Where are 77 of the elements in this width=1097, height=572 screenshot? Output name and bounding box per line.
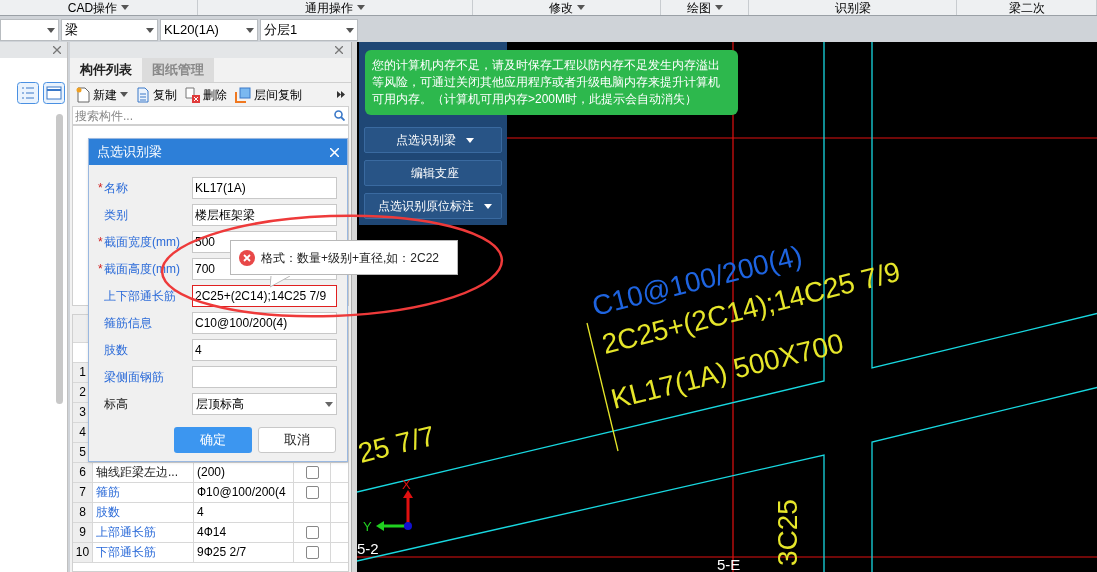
- ribbon-group-button[interactable]: 修改: [473, 0, 661, 15]
- toolbar-button[interactable]: 删除: [185, 85, 227, 104]
- toolbar-button[interactable]: 新建: [76, 85, 128, 104]
- property-name[interactable]: 下部通长筋: [93, 543, 194, 562]
- checkbox[interactable]: [305, 546, 319, 559]
- required-marker: *: [98, 234, 104, 251]
- select-field[interactable]: 层顶标高: [192, 393, 337, 415]
- copy-icon: [136, 86, 150, 103]
- text-field[interactable]: [192, 366, 337, 388]
- checkbox[interactable]: [305, 526, 319, 539]
- search-icon[interactable]: [334, 110, 345, 121]
- close-icon[interactable]: [53, 46, 61, 54]
- y-axis-label: Y: [363, 520, 372, 533]
- field-label: 肢数: [104, 342, 129, 359]
- text-field[interactable]: KL17(1A): [192, 177, 337, 199]
- new-document-icon: [76, 86, 90, 103]
- error-icon: [239, 249, 255, 266]
- row-number: 9: [73, 523, 93, 542]
- field-label: 梁侧面钢筋: [104, 369, 165, 386]
- property-value: 4: [194, 503, 294, 522]
- property-value: Ф10@100/200(4: [194, 483, 294, 502]
- tool-button[interactable]: 点选识别原位标注: [364, 193, 502, 219]
- selector-dropdown[interactable]: 分层1: [260, 19, 358, 41]
- row-number: 10: [73, 543, 93, 562]
- axis-label: 5-2: [357, 541, 379, 556]
- required-marker: *: [98, 261, 104, 278]
- text-field[interactable]: 楼层框架梁: [192, 204, 337, 226]
- caret-icon: [325, 401, 333, 407]
- window-view-icon[interactable]: [43, 82, 65, 104]
- toolbar-button[interactable]: 层间复制: [235, 85, 302, 104]
- list-view-icon[interactable]: [17, 82, 39, 104]
- field-label: 名称: [104, 180, 129, 197]
- dialog-button[interactable]: 取消: [258, 427, 336, 453]
- axis-label: 5-E: [717, 557, 741, 572]
- x-axis-label: X: [402, 478, 411, 491]
- row-number: 8: [73, 503, 93, 522]
- checkbox[interactable]: [305, 466, 319, 479]
- selector-dropdown[interactable]: [0, 19, 59, 41]
- ribbon-group-button[interactable]: 梁二次: [957, 0, 1097, 15]
- notification-toast: 您的计算机内存不足，请及时保存工程以防内存不足发生内存溢出等风险，可通过关闭其他应用程序或者升级电脑内存来提升计算机可用内存。（计算机可用内存>200M时，此提示会自动消失）: [365, 50, 738, 115]
- close-icon[interactable]: [335, 46, 343, 54]
- required-marker: *: [98, 180, 104, 197]
- ribbon-group-button[interactable]: 通用操作: [198, 0, 473, 15]
- field-label: 截面宽度(mm): [104, 234, 181, 251]
- property-value: (200): [194, 463, 294, 482]
- tool-button[interactable]: 编辑支座: [364, 160, 502, 186]
- field-label: 箍筋信息: [104, 315, 153, 332]
- search-field[interactable]: 搜索构件...: [72, 106, 349, 125]
- selector-dropdown[interactable]: KL20(1A): [160, 19, 258, 41]
- property-name[interactable]: 上部通长筋: [93, 523, 194, 542]
- dialog-title: 点选识别梁: [97, 143, 162, 162]
- row-number: 7: [73, 483, 93, 502]
- delete-icon: [185, 86, 200, 103]
- property-name[interactable]: 肢数: [93, 503, 194, 522]
- property-name[interactable]: 箍筋: [93, 483, 194, 502]
- ribbon-group-button[interactable]: CAD操作: [0, 0, 198, 15]
- row-number: 6: [73, 463, 93, 482]
- field-label: 类别: [104, 207, 129, 224]
- checkbox[interactable]: [305, 486, 319, 499]
- layer-copy-icon: [235, 86, 251, 103]
- property-value: 4Ф14: [194, 523, 294, 542]
- property-value: 9Ф25 2/7: [194, 543, 294, 562]
- more-icon[interactable]: [337, 91, 345, 98]
- toolbar-button[interactable]: 复制: [136, 85, 177, 104]
- scrollbar[interactable]: [56, 114, 63, 404]
- field-label: 标高: [104, 396, 129, 413]
- text-field[interactable]: C10@100/200(4): [192, 312, 337, 334]
- field-label: 上下部通长筋: [104, 288, 177, 305]
- cad-annotation: 25 7/7: [357, 419, 438, 469]
- error-message: 格式：数量+级别+直径,如：2C22: [261, 249, 440, 267]
- property-name: 轴线距梁左边...: [93, 463, 194, 482]
- cad-annotation: 3C25: [772, 499, 803, 566]
- ribbon-group-button[interactable]: 识别梁: [749, 0, 957, 15]
- ribbon-group-button[interactable]: 绘图: [661, 0, 749, 15]
- selector-dropdown[interactable]: 梁: [61, 19, 158, 41]
- tool-button[interactable]: 点选识别梁: [364, 127, 502, 153]
- text-field[interactable]: 4: [192, 339, 337, 361]
